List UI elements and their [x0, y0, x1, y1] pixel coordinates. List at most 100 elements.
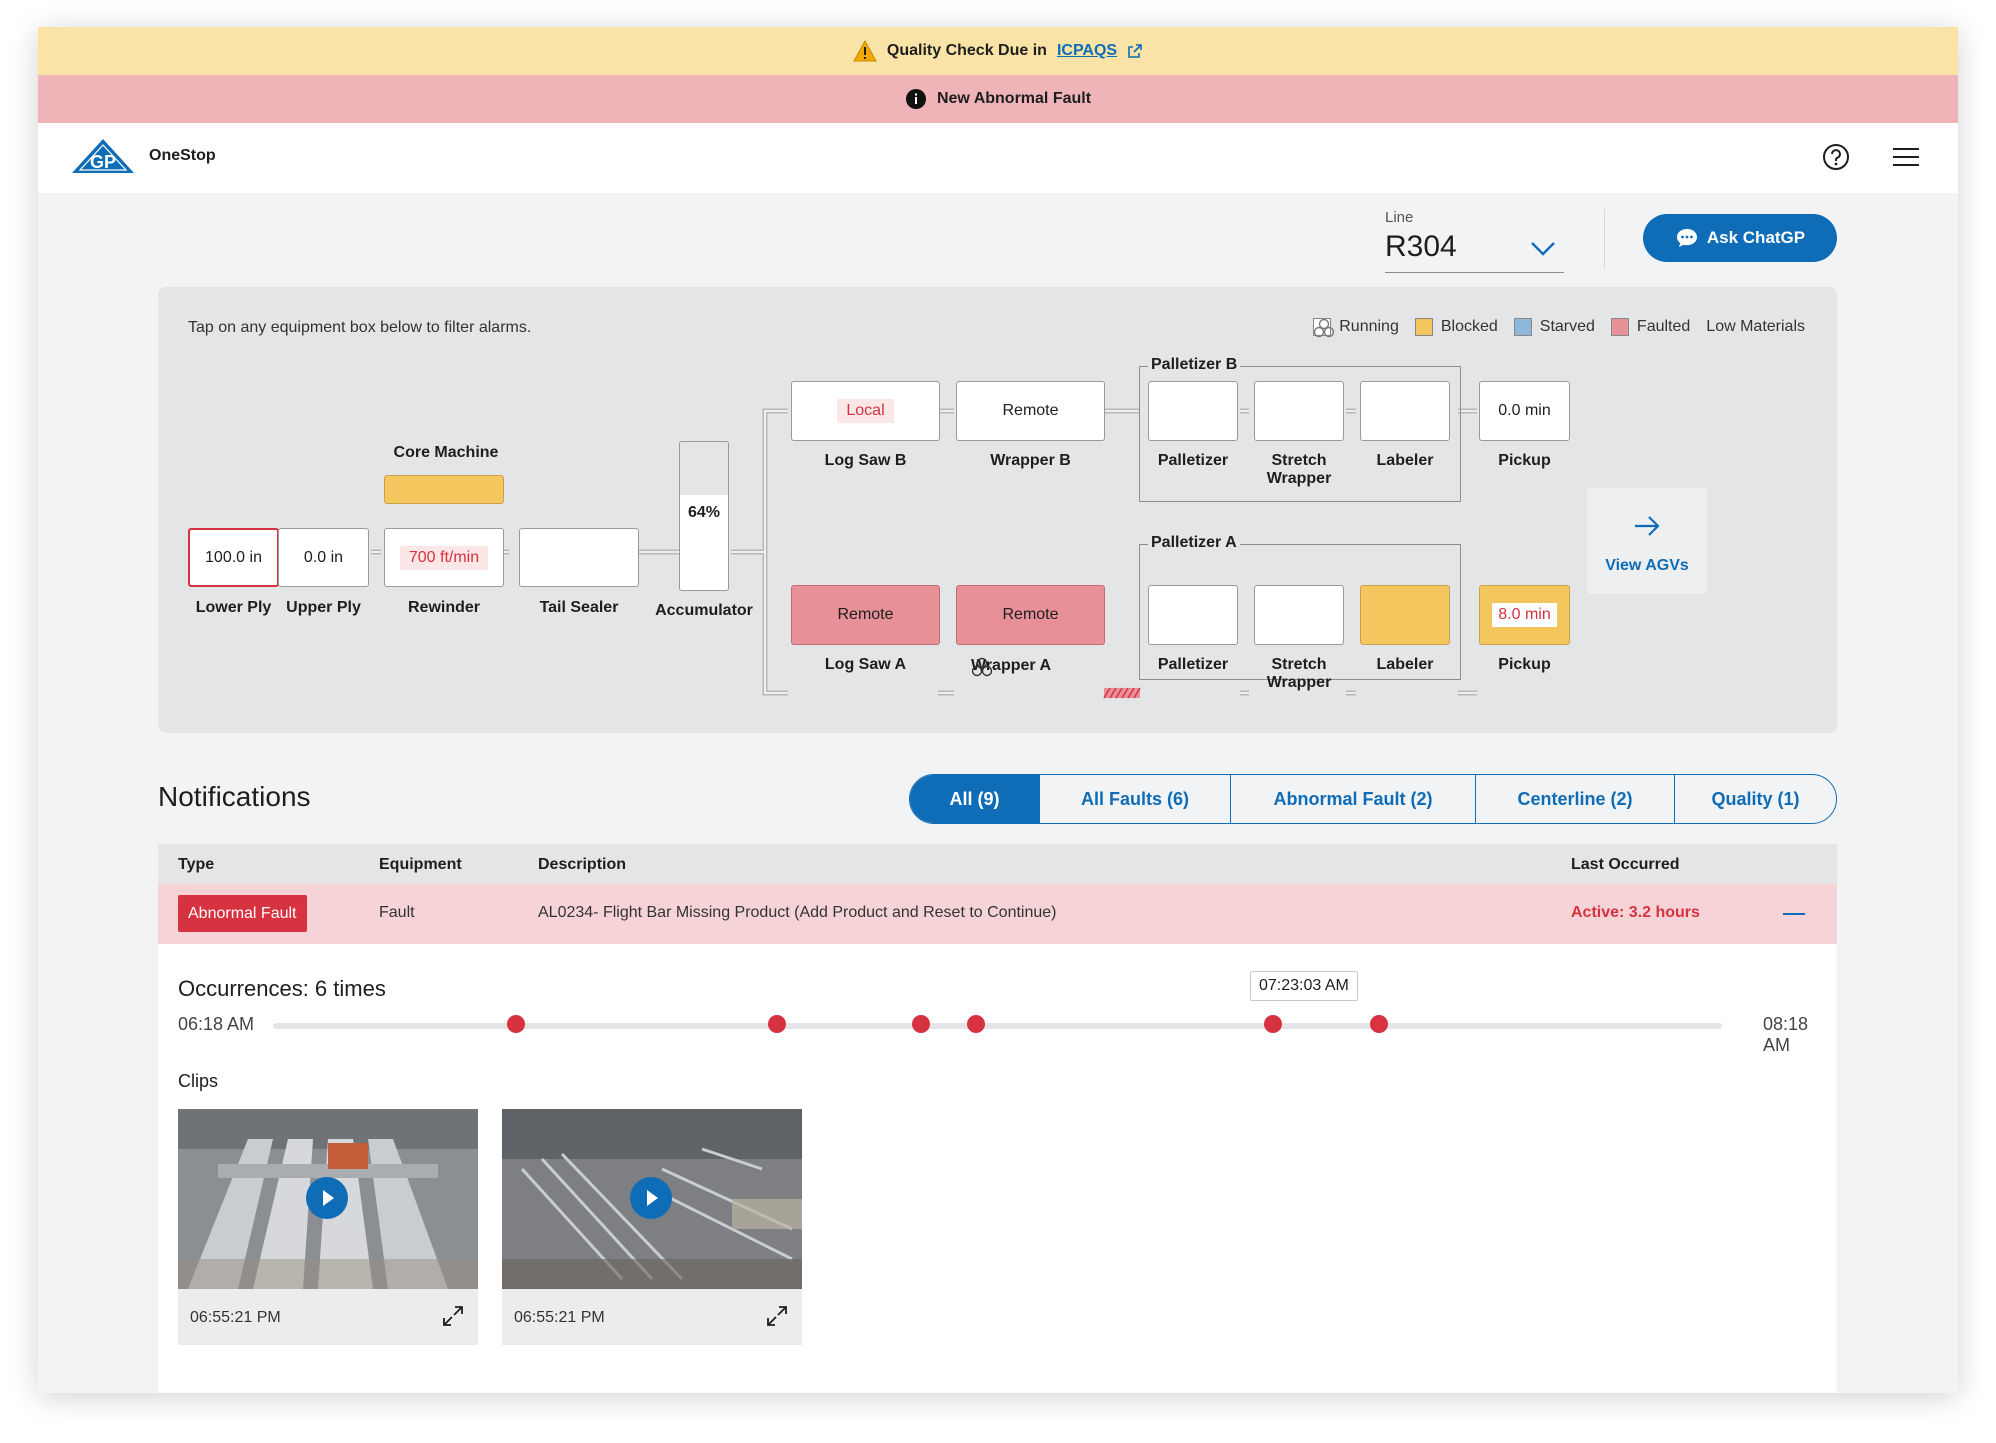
stretch-wrapper-b-label: Stretch Wrapper: [1266, 452, 1332, 487]
quality-check-banner: Quality Check Due in ICPAQS: [38, 27, 1958, 75]
tail-sealer-box[interactable]: [519, 528, 639, 587]
clips-label: Clips: [178, 1071, 219, 1091]
view-agvs-label: View AGVs: [1605, 557, 1689, 574]
rewinder-value: 700 ft/min: [399, 545, 489, 570]
play-icon[interactable]: [630, 1177, 672, 1219]
ask-chatgp-button[interactable]: Ask ChatGP: [1643, 214, 1837, 262]
labeler-a-label: Labeler: [1376, 656, 1434, 673]
tail-sealer-label: Tail Sealer: [539, 599, 619, 616]
ask-chatgp-label: Ask ChatGP: [1706, 228, 1806, 247]
fault-banner-text: New Abnormal Fault: [936, 90, 1092, 107]
labeler-b-box[interactable]: [1360, 381, 1450, 441]
app-name: OneStop: [149, 147, 216, 164]
occurrence-marker[interactable]: [911, 1015, 930, 1033]
palletizer-b-box[interactable]: [1148, 381, 1238, 441]
log-saw-a-label: Log Saw A: [824, 656, 907, 673]
pickup-b-box[interactable]: 0.0 min: [1479, 381, 1570, 441]
row-description: AL0234- Flight Bar Missing Product (Add …: [538, 904, 1057, 921]
notifications-title: Notifications: [158, 781, 311, 812]
accumulator-empty-fill: [680, 442, 728, 496]
app-window: Quality Check Due in ICPAQS New Abnormal…: [38, 27, 1958, 1393]
tab-centerline[interactable]: Centerline (2): [1476, 775, 1675, 823]
log-saw-a-value: Remote: [837, 606, 894, 623]
pickup-a-value: 8.0 min: [1492, 603, 1557, 627]
line-label: Line: [1385, 209, 1414, 226]
video-clip-2[interactable]: 06:55:21 PM: [502, 1109, 802, 1345]
accumulator-value: 64%: [687, 504, 721, 521]
pickup-b-label: Pickup: [1498, 452, 1551, 469]
table-row[interactable]: Abnormal Fault Fault AL0234- Flight Bar …: [158, 884, 1837, 944]
abnormal-fault-banner[interactable]: New Abnormal Fault: [38, 75, 1958, 123]
log-saw-a-box[interactable]: Remote: [791, 585, 940, 645]
occurrence-marker[interactable]: [1263, 1015, 1282, 1033]
log-saw-b-label: Log Saw B: [824, 452, 907, 469]
labeler-a-box[interactable]: [1360, 585, 1450, 645]
palletizer-b-title: Palletizer B: [1148, 356, 1241, 374]
help-icon[interactable]: [1822, 143, 1850, 171]
labeler-b-label: Labeler: [1376, 452, 1434, 469]
column-last-occurred: Last Occurred: [1571, 856, 1680, 873]
line-value: R304: [1385, 230, 1457, 263]
tab-quality[interactable]: Quality (1): [1675, 775, 1836, 823]
collapse-row-button[interactable]: [1783, 913, 1805, 915]
occurrences-count: Occurrences: 6 times: [178, 976, 386, 1001]
expand-icon[interactable]: [442, 1305, 464, 1327]
external-link-icon[interactable]: [1127, 43, 1143, 59]
row-last-occurred: Active: 3.2 hours: [1571, 904, 1700, 921]
upper-ply-box[interactable]: 0.0 in: [278, 528, 369, 587]
wrapper-b-box[interactable]: Remote: [956, 381, 1105, 441]
accumulator-box[interactable]: 64%: [679, 441, 729, 591]
lower-ply-label: Lower Ply: [195, 599, 272, 616]
play-icon[interactable]: [306, 1177, 348, 1219]
chat-bubble-icon: [1676, 229, 1697, 247]
stretch-wrapper-a-box[interactable]: [1254, 585, 1344, 645]
rewinder-box[interactable]: 700 ft/min: [384, 528, 504, 587]
tab-all-faults[interactable]: All Faults (6): [1040, 775, 1231, 823]
lower-ply-box[interactable]: 100.0 in: [188, 528, 279, 587]
pickup-b-value: 0.0 min: [1498, 402, 1551, 419]
upper-ply-label: Upper Ply: [286, 599, 361, 616]
palletizer-b-label: Palletizer: [1157, 452, 1229, 469]
stretch-wrapper-b-box[interactable]: [1254, 381, 1344, 441]
gp-logo[interactable]: GP: [70, 137, 136, 177]
view-agvs-button[interactable]: View AGVs: [1587, 488, 1707, 594]
quality-banner-text: Quality Check Due in: [886, 42, 1047, 59]
timeline-start: 06:18 AM: [178, 1014, 255, 1034]
clip-thumbnail-2[interactable]: [502, 1109, 802, 1289]
occurrence-marker[interactable]: [1369, 1015, 1388, 1033]
log-saw-b-box[interactable]: Local: [791, 381, 940, 441]
occurrence-marker[interactable]: [507, 1015, 526, 1033]
row-equipment: Fault: [379, 904, 415, 921]
equipment-diagram: Tap on any equipment box below to filter…: [158, 287, 1837, 733]
notifications-table-header: Type Equipment Description Last Occurred: [158, 844, 1837, 884]
logo-text: GP: [90, 152, 116, 172]
video-clip-1[interactable]: 06:55:21 PM: [178, 1109, 478, 1345]
pickup-a-label: Pickup: [1498, 656, 1551, 673]
abnormal-fault-badge: Abnormal Fault: [178, 895, 307, 932]
tab-all[interactable]: All (9): [910, 775, 1040, 823]
core-machine-box[interactable]: [384, 475, 504, 504]
pickup-a-box[interactable]: 8.0 min: [1479, 585, 1570, 645]
lower-ply-value: 100.0 in: [205, 548, 262, 566]
upper-ply-value: 0.0 in: [303, 548, 344, 566]
column-description: Description: [538, 856, 627, 873]
line-select[interactable]: R304: [1385, 227, 1564, 273]
chevron-down-icon: [1531, 242, 1555, 256]
wrapper-b-label: Wrapper B: [990, 452, 1071, 469]
hamburger-menu-icon[interactable]: [1891, 145, 1921, 169]
column-equipment: Equipment: [379, 856, 462, 873]
occurrence-marker[interactable]: [768, 1015, 787, 1033]
warning-icon: [853, 40, 877, 62]
expand-icon[interactable]: [766, 1305, 788, 1327]
notification-filter-tabs: All (9) All Faults (6) Abnormal Fault (2…: [909, 774, 1837, 824]
app-header: GP OneStop: [38, 123, 1958, 193]
tab-abnormal-fault[interactable]: Abnormal Fault (2): [1231, 775, 1476, 823]
wrapper-a-box[interactable]: Remote: [956, 585, 1105, 645]
log-saw-b-value: Local: [837, 399, 894, 423]
occurrence-marker[interactable]: [966, 1015, 985, 1033]
palletizer-a-box[interactable]: [1148, 585, 1238, 645]
core-machine-label: Core Machine: [393, 444, 499, 461]
icpaqs-link[interactable]: ICPAQS: [1057, 42, 1117, 60]
header-divider: [1604, 209, 1605, 269]
clip-thumbnail-1[interactable]: [178, 1109, 478, 1289]
